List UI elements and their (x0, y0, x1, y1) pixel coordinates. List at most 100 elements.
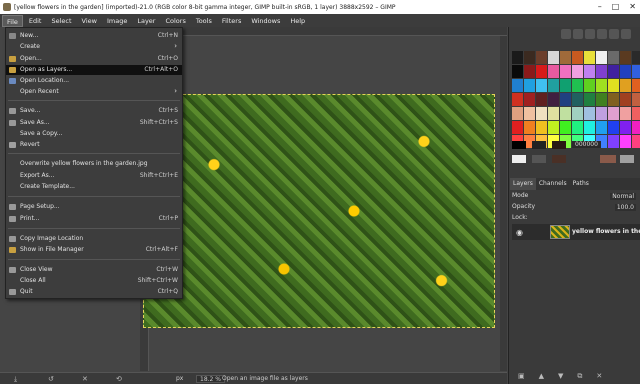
menu-item-new[interactable]: New... Ctrl+N (6, 31, 182, 41)
palette-swatch[interactable] (560, 93, 571, 106)
new-layer-icon[interactable]: ▣ (518, 372, 525, 384)
palette-swatch[interactable] (572, 121, 583, 134)
menu-edit[interactable]: Edit (25, 15, 46, 27)
swatch-brown[interactable] (552, 141, 566, 149)
palette-swatch[interactable] (620, 65, 631, 78)
palette-swatch[interactable] (548, 93, 559, 106)
menu-item-open-location[interactable]: Open Location... (6, 76, 182, 86)
menu-item-open-as-layers[interactable]: Open as Layers... Ctrl+Alt+O (6, 65, 182, 75)
palette-swatch[interactable] (536, 107, 547, 120)
menu-view[interactable]: View (78, 15, 101, 27)
color-palette-grid[interactable] (512, 51, 640, 148)
palette-swatch[interactable] (632, 107, 640, 120)
palette-swatch[interactable] (608, 51, 619, 64)
palette-swatch[interactable] (596, 93, 607, 106)
swatch-brown-2[interactable] (552, 155, 566, 163)
palette-swatch[interactable] (572, 51, 583, 64)
palette-swatch[interactable] (512, 65, 523, 78)
visibility-eye-icon[interactable]: ◉ (516, 228, 523, 237)
delete-icon[interactable]: ✕ (82, 375, 88, 383)
palette-swatch[interactable] (536, 65, 547, 78)
palette-swatch[interactable] (560, 65, 571, 78)
palette-swatch[interactable] (512, 107, 523, 120)
menu-item-save-as[interactable]: Save As... Shift+Ctrl+S (6, 118, 182, 128)
menu-item-close-view[interactable]: Close View Ctrl+W (6, 265, 182, 275)
palette-swatch[interactable] (620, 79, 631, 92)
patterns-tab-icon[interactable] (573, 29, 583, 39)
menu-select[interactable]: Select (47, 15, 75, 27)
menu-item-create[interactable]: Create › (6, 42, 182, 52)
menu-tools[interactable]: Tools (192, 15, 216, 27)
maximize-button[interactable]: □ (612, 2, 620, 11)
palette-swatch[interactable] (560, 51, 571, 64)
menu-item-copy-image-location[interactable]: Copy Image Location (6, 234, 182, 244)
layer-name[interactable]: yellow flowers in the g (572, 228, 640, 235)
palette-swatch[interactable] (632, 121, 640, 134)
swatch-black[interactable] (512, 141, 526, 149)
palette-swatch[interactable] (596, 107, 607, 120)
palette-swatch[interactable] (524, 51, 535, 64)
palette-swatch[interactable] (584, 121, 595, 134)
restore-icon[interactable]: ↺ (48, 375, 54, 383)
fg-color-hex[interactable]: 000000 (572, 141, 601, 148)
palette-swatch[interactable] (512, 79, 523, 92)
palette-swatch[interactable] (548, 65, 559, 78)
palette-swatch[interactable] (596, 79, 607, 92)
palette-swatch[interactable] (536, 121, 547, 134)
lower-layer-icon[interactable]: ▼ (558, 372, 563, 384)
canvas-vertical-scrollbar[interactable] (500, 36, 507, 371)
palette-swatch[interactable] (572, 79, 583, 92)
palette-swatch[interactable] (548, 79, 559, 92)
duplicate-layer-icon[interactable]: ⧉ (577, 372, 582, 384)
palette-swatch[interactable] (608, 121, 619, 134)
swatch-light-gray[interactable] (620, 155, 634, 163)
menu-windows[interactable]: Windows (247, 15, 284, 27)
palette-swatch[interactable] (572, 65, 583, 78)
palette-swatch[interactable] (632, 79, 640, 92)
swatch-rose[interactable] (600, 155, 616, 163)
layer-list-item[interactable]: ◉ yellow flowers in the g (512, 224, 640, 240)
menu-help[interactable]: Help (286, 15, 309, 27)
close-button[interactable]: ✕ (629, 2, 636, 11)
menu-item-create-template[interactable]: Create Template... (6, 182, 182, 192)
palette-swatch[interactable] (548, 51, 559, 64)
menu-item-close-all[interactable]: Close All Shift+Ctrl+W (6, 276, 182, 286)
menu-item-quit[interactable]: Quit Ctrl+Q (6, 287, 182, 297)
palette-swatch[interactable] (572, 93, 583, 106)
menu-file[interactable]: File (2, 14, 23, 27)
palette-swatch[interactable] (620, 51, 631, 64)
palette-swatch[interactable] (584, 107, 595, 120)
menu-item-show-in-file-manager[interactable]: Show in File Manager Ctrl+Alt+F (6, 245, 182, 255)
palette-swatch[interactable] (632, 65, 640, 78)
menu-item-overwrite[interactable]: Overwrite yellow flowers in the garden.j… (6, 159, 182, 169)
minimize-button[interactable]: – (598, 2, 602, 11)
palette-swatch[interactable] (524, 65, 535, 78)
palette-swatch[interactable] (572, 107, 583, 120)
menu-item-save-copy[interactable]: Save a Copy... (6, 129, 182, 139)
palette-swatch[interactable] (512, 93, 523, 106)
save-tool-preset-icon[interactable]: ⤓ (14, 375, 17, 384)
palette-swatch[interactable] (560, 107, 571, 120)
fonts-tab-icon[interactable] (585, 29, 595, 39)
image-canvas-yellow-flowers[interactable] (143, 94, 495, 328)
palette-swatch[interactable] (584, 93, 595, 106)
menu-item-open-recent[interactable]: Open Recent › (6, 87, 182, 97)
palette-swatch[interactable] (524, 93, 535, 106)
raise-layer-icon[interactable]: ▲ (539, 372, 544, 384)
palette-swatch[interactable] (524, 107, 535, 120)
palettes-tab-icon[interactable] (609, 29, 619, 39)
menu-item-print[interactable]: Print... Ctrl+P (6, 214, 182, 224)
palette-swatch[interactable] (524, 121, 535, 134)
palette-swatch[interactable] (536, 79, 547, 92)
palette-swatch[interactable] (596, 121, 607, 134)
palette-swatch[interactable] (548, 121, 559, 134)
palette-swatch[interactable] (608, 79, 619, 92)
palette-swatch[interactable] (548, 107, 559, 120)
swatch-gray[interactable] (532, 155, 546, 163)
palette-swatch[interactable] (584, 79, 595, 92)
reset-icon[interactable]: ⟲ (116, 375, 122, 383)
tab-layers[interactable]: Layers (510, 178, 536, 190)
palette-swatch[interactable] (608, 107, 619, 120)
palette-swatch[interactable] (608, 65, 619, 78)
brushes-tab-icon[interactable] (561, 29, 571, 39)
